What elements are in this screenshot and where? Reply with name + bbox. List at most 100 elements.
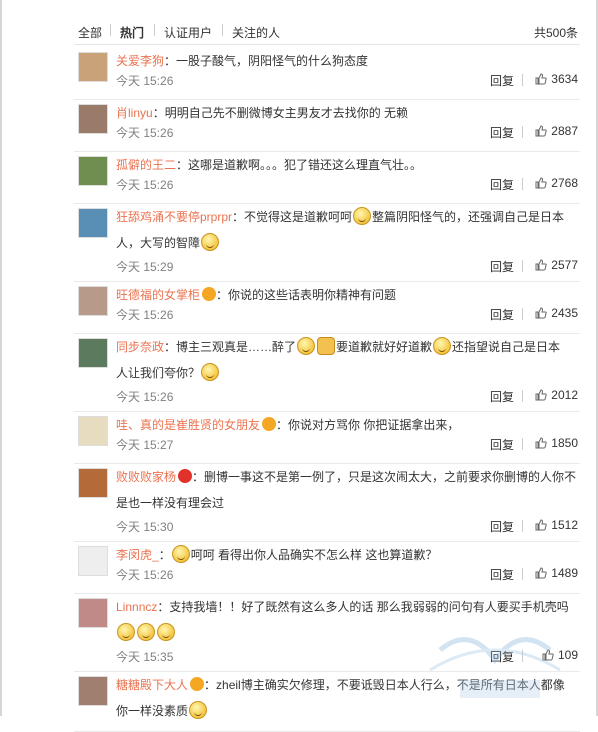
comment-item: 同步奈政：博主三观真是……醉了 要道歉就好好道歉 还指望说自己是日本 人让我们夸你？ 今…	[74, 334, 580, 412]
comment-filter-tabs: 全部 热门 认证用户 关注的人 共500条	[74, 16, 580, 45]
tab-all[interactable]: 全部	[78, 24, 102, 41]
user-avatar[interactable]	[78, 598, 108, 628]
user-avatar[interactable]	[78, 416, 108, 446]
user-avatar[interactable]	[78, 338, 108, 368]
comment-body: 哇、真的是崔胜贤的女朋友 ：你说对方骂你 你把证据拿出来，	[116, 412, 580, 438]
like-button[interactable]: 1850	[535, 436, 578, 450]
like-button[interactable]: 2887	[535, 124, 578, 138]
comment-text: 还指望说自己是日本	[452, 340, 561, 354]
reply-button[interactable]: 回复	[490, 124, 514, 141]
comment-username[interactable]: 同步奈政	[116, 340, 164, 354]
comment-timestamp: 今天 15:26	[116, 568, 174, 582]
thumbs-up-icon	[535, 567, 547, 579]
comment-timestamp: 今天 15:26	[116, 178, 174, 192]
comment-text: 人，大写的智障	[116, 236, 201, 250]
comment-username[interactable]: Linnncz	[116, 600, 157, 614]
comment-line: 旺德福的女掌柜 ：你说的这些话表明你精神有问题	[116, 282, 580, 308]
comment-timestamp: 今天 15:35	[116, 650, 174, 664]
member-badge-icon[interactable]	[262, 417, 277, 431]
smiley-emoji-icon	[297, 337, 316, 355]
cat-emoji-icon	[317, 337, 336, 355]
reply-button[interactable]: 回复	[490, 258, 514, 275]
reply-button[interactable]: 回复	[490, 648, 514, 665]
user-avatar[interactable]	[78, 468, 108, 498]
like-button[interactable]: 109	[542, 648, 578, 662]
action-divider	[522, 568, 523, 580]
comment-meta: 今天 15:30 回复 1512	[116, 518, 580, 538]
comment-username[interactable]: 孤僻的王二	[116, 158, 176, 172]
thumbs-up-icon	[535, 177, 547, 189]
reply-button[interactable]: 回复	[490, 388, 514, 405]
like-count: 109	[557, 648, 578, 662]
member-badge-icon[interactable]	[202, 287, 217, 301]
comment-line	[116, 620, 580, 646]
comment-meta: 今天 15:26 回复 2768	[116, 176, 580, 196]
comment-username[interactable]: 关爱李狗	[116, 54, 164, 68]
user-avatar[interactable]	[78, 104, 108, 134]
reply-button[interactable]: 回复	[490, 306, 514, 323]
smiley-emoji-icon	[157, 623, 175, 641]
user-avatar[interactable]	[78, 676, 108, 706]
like-button[interactable]: 2435	[535, 306, 578, 320]
like-button[interactable]: 2012	[535, 388, 578, 402]
vip-badge-icon[interactable]	[178, 469, 193, 483]
reply-button[interactable]: 回复	[490, 176, 514, 193]
thumbs-up-icon	[535, 307, 547, 319]
user-avatar[interactable]	[78, 286, 108, 316]
comment-text: 是也一样没有理会过	[116, 496, 225, 510]
comment-body: 狂舔鸡涌不要停prprpr：不觉得这是道歉呵呵 整篇阴阳怪气的，还强调自己是日本人…	[116, 204, 580, 256]
comment-meta: 今天 15:26 回复 2435	[116, 306, 580, 326]
user-avatar[interactable]	[78, 546, 108, 576]
comment-username[interactable]: 哇、真的是崔胜贤的女朋友	[116, 418, 260, 432]
comment-meta: 今天 15:29 回复 2577	[116, 258, 580, 278]
comment-timestamp: 今天 15:26	[116, 308, 174, 322]
like-button[interactable]: 3634	[535, 72, 578, 86]
comment-line: 糖糖殿下大人 ：zheil博主确实欠修理，不要诋毁日本人行么，不是所有日本人都像	[116, 672, 580, 698]
like-button[interactable]: 1489	[535, 566, 578, 580]
tab-following[interactable]: 关注的人	[232, 24, 280, 41]
comment-username[interactable]: 肖linyu	[116, 106, 153, 120]
member-badge-icon[interactable]	[190, 677, 205, 691]
comment-text: ：你说对方骂你 你把证据拿出来，	[276, 418, 460, 432]
comment-username[interactable]: 败败败家杨	[116, 470, 176, 484]
like-button[interactable]: 2768	[535, 176, 578, 190]
comment-line: 李闵虎_： 呵呵 看得出你人品确实不怎么样 这也算道歉？	[116, 542, 580, 568]
user-avatar[interactable]	[78, 156, 108, 186]
comment-username[interactable]: 李闵虎_	[116, 548, 159, 562]
smiley-emoji-icon	[171, 545, 190, 563]
reply-button[interactable]: 回复	[490, 72, 514, 89]
comment-item: 孤僻的王二：这哪是道歉啊。。。犯了错还这么理直气壮。。 今天 15:26 回复 276…	[74, 152, 580, 204]
tab-hot[interactable]: 热门	[120, 24, 144, 41]
user-avatar[interactable]	[78, 208, 108, 238]
thumbs-up-icon	[535, 437, 547, 449]
comment-body: 糖糖殿下大人 ：zheil博主确实欠修理，不要诋毁日本人行么，不是所有日本人都像你…	[116, 672, 580, 724]
comment-meta: 今天 15:27 回复 1850	[116, 436, 580, 456]
reply-button[interactable]: 回复	[490, 566, 514, 583]
comment-text: ：这哪是道歉啊。。。犯了错还这么理直气壮。。	[176, 158, 423, 172]
comment-timestamp: 今天 15:26	[116, 126, 174, 140]
comment-timestamp: 今天 15:27	[116, 438, 174, 452]
comment-username[interactable]: 狂舔鸡涌不要停prprpr	[116, 210, 232, 224]
action-divider	[522, 390, 523, 402]
comment-item: 关爱李狗：一股子酸气，阴阳怪气的什么狗态度 今天 15:26 回复 3634	[74, 48, 580, 100]
like-button[interactable]: 1512	[535, 518, 578, 532]
comment-body: 关爱李狗：一股子酸气，阴阳怪气的什么狗态度	[116, 48, 580, 74]
comment-line: Linnncz：支持我墙！！好了既然有这么多人的话 那么我弱弱的问句有人要买手机…	[116, 594, 580, 620]
comment-body: 孤僻的王二：这哪是道歉啊。。。犯了错还这么理直气壮。。	[116, 152, 580, 178]
comment-text: ：明明自己先不删微博女主男友才去找你的 无赖	[152, 106, 409, 120]
tab-divider	[222, 24, 223, 36]
user-avatar[interactable]	[78, 52, 108, 82]
reply-button[interactable]: 回复	[490, 518, 514, 535]
comment-text: ：一股子酸气，阴阳怪气的什么狗态度	[164, 54, 369, 68]
comment-timestamp: 今天 15:30	[116, 520, 174, 534]
comment-line: 关爱李狗：一股子酸气，阴阳怪气的什么狗态度	[116, 48, 580, 74]
smiley-emoji-icon	[201, 363, 220, 381]
like-count: 2577	[551, 258, 578, 272]
thumbs-up-icon	[535, 519, 547, 531]
tab-verified-users[interactable]: 认证用户	[164, 24, 212, 41]
comment-username[interactable]: 糖糖殿下大人	[116, 678, 188, 692]
like-button[interactable]: 2577	[535, 258, 578, 272]
tab-divider	[154, 24, 155, 36]
comment-username[interactable]: 旺德福的女掌柜	[116, 288, 200, 302]
reply-button[interactable]: 回复	[490, 436, 514, 453]
